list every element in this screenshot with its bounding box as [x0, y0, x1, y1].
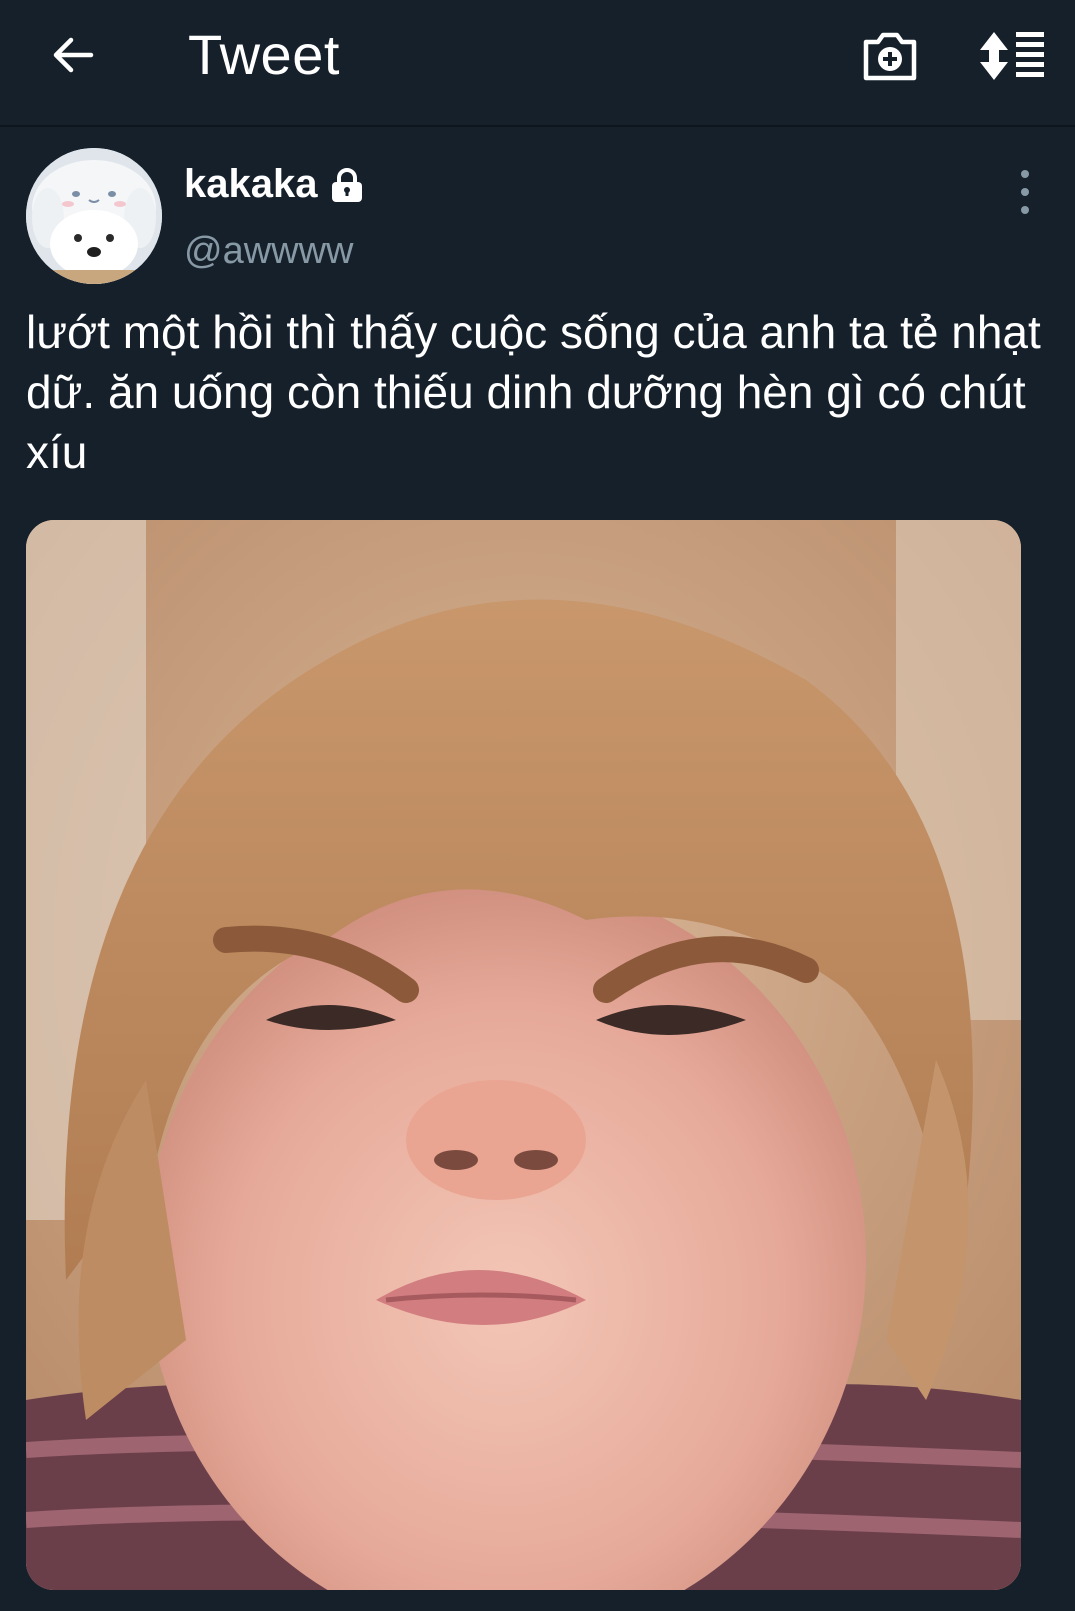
- tweet-media-image[interactable]: [26, 520, 1021, 1590]
- camera-add-icon: [863, 32, 917, 81]
- child-face-photo: [26, 520, 1021, 1590]
- display-name[interactable]: kakaka: [184, 162, 317, 207]
- tweet-detail-screen: Tweet kakaka @awwww lướt một hồi thì thấ…: [0, 0, 1075, 1611]
- user-handle[interactable]: @awwww: [184, 230, 353, 273]
- arrow-left-icon: [53, 37, 94, 73]
- more-vertical-icon-dot: [1021, 170, 1029, 178]
- more-options-button[interactable]: [1010, 170, 1040, 214]
- avatar[interactable]: [26, 148, 162, 284]
- sort-list-icon: [980, 32, 1044, 80]
- tweet-text: lướt một hồi thì thấy cuộc sống của anh …: [26, 306, 1041, 478]
- author-name-row[interactable]: kakaka: [184, 162, 367, 207]
- sort-button[interactable]: [980, 24, 1050, 88]
- more-vertical-icon-dot: [1021, 188, 1029, 196]
- more-vertical-icon-dot: [1021, 206, 1029, 214]
- camera-button[interactable]: [858, 24, 922, 88]
- dog-avatar-image: [26, 148, 162, 284]
- top-app-bar: Tweet: [0, 0, 1075, 127]
- back-button[interactable]: [44, 26, 102, 84]
- page-title: Tweet: [188, 23, 340, 86]
- lock-icon: [332, 167, 363, 202]
